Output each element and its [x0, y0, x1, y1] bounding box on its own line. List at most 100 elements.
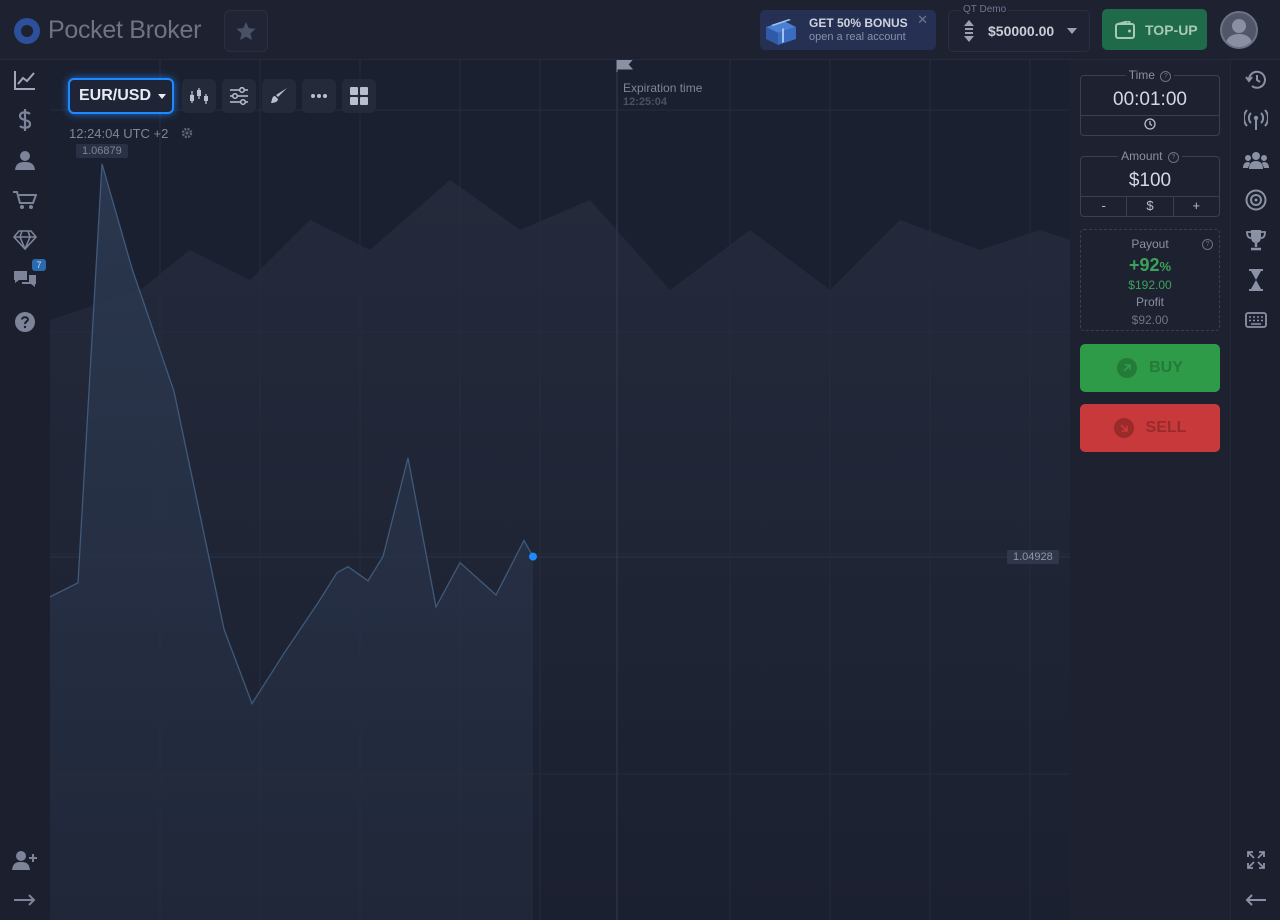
right-sidebar	[1230, 60, 1280, 920]
current-price-label: 1.04928	[1007, 550, 1059, 564]
amount-currency-button[interactable]: $	[1127, 197, 1174, 216]
expiration-time: 12:25:04	[623, 96, 668, 108]
buy-label: BUY	[1149, 359, 1183, 376]
favorites-button[interactable]	[224, 10, 268, 52]
top-up-label: TOP-UP	[1145, 21, 1198, 38]
asset-label: EUR/USD	[79, 87, 152, 104]
buy-button[interactable]: BUY	[1080, 344, 1220, 392]
top-bar: Pocket Broker GET 50% BONUS open a real …	[0, 0, 1280, 60]
chart-icon	[14, 71, 35, 90]
cart-icon	[13, 191, 37, 209]
amount-label: Amount	[1121, 149, 1163, 163]
signal-icon	[1244, 109, 1268, 130]
more-button[interactable]	[302, 79, 336, 113]
chevron-down-icon	[1067, 28, 1077, 34]
current-price-dot	[529, 552, 537, 561]
candlestick-icon	[190, 88, 208, 104]
amount-value[interactable]: $100	[1081, 170, 1219, 192]
nav-trade-history[interactable]	[1243, 67, 1269, 93]
sliders-icon	[230, 87, 248, 105]
nav-help[interactable]	[10, 307, 40, 337]
brand-name: Pocket Broker	[48, 16, 202, 44]
nav-social-trading[interactable]	[1243, 147, 1269, 173]
arrow-up-right-icon	[1117, 358, 1138, 378]
payout-amount: $192.00	[1128, 278, 1172, 292]
payout-box: Payout ? +92% $192.00 Profit $92.00	[1080, 229, 1220, 331]
nav-logout[interactable]	[10, 885, 40, 915]
account-balance: $50000.00	[988, 23, 1055, 39]
bonus-banner[interactable]: GET 50% BONUS open a real account ✕	[760, 10, 936, 50]
trade-panel: Time ? 00:01:00 Amount ? $100 - $ + Payo…	[1070, 60, 1230, 920]
amount-minus-button[interactable]: -	[1081, 197, 1128, 216]
nav-hotkeys[interactable]	[1243, 307, 1269, 333]
nav-achievements[interactable]	[10, 225, 40, 255]
amount-field[interactable]: Amount ? $100 - $ +	[1080, 149, 1220, 217]
clock-button[interactable]	[1081, 116, 1219, 135]
nav-market[interactable]	[10, 185, 40, 215]
keyboard-icon	[1245, 312, 1267, 328]
dollar-icon	[18, 109, 32, 131]
time-label: Time	[1128, 68, 1155, 82]
expiration-flag-icon	[616, 60, 634, 72]
logout-icon	[14, 894, 36, 906]
nav-chat[interactable]: 7	[10, 259, 46, 295]
close-icon[interactable]: ✕	[917, 12, 928, 28]
social-icon	[1243, 152, 1269, 169]
diamond-icon	[13, 230, 37, 250]
indicators-button[interactable]	[222, 79, 256, 113]
wallet-icon	[1115, 20, 1135, 39]
top-up-button[interactable]: TOP-UP	[1102, 9, 1207, 50]
amount-plus-button[interactable]: +	[1174, 197, 1219, 216]
arrow-down-right-icon	[1113, 418, 1134, 438]
chart-type-button[interactable]	[182, 79, 216, 113]
sell-label: SELL	[1145, 419, 1187, 436]
target-icon	[1245, 189, 1267, 211]
asset-selector-button[interactable]: EUR/USD	[68, 78, 174, 114]
chat-icon	[14, 271, 36, 287]
history-icon	[1245, 70, 1266, 89]
nav-finance[interactable]	[10, 105, 40, 135]
more-dots-icon	[311, 94, 327, 98]
star-icon	[236, 21, 256, 41]
payout-percent-unit: %	[1159, 259, 1172, 274]
layout-button[interactable]	[342, 79, 376, 113]
server-time: 12:24:04 UTC +2	[69, 126, 169, 141]
nav-express-trades[interactable]	[1243, 187, 1269, 213]
time-help-icon[interactable]: ?	[1160, 71, 1172, 82]
profit-amount: $92.00	[1131, 313, 1169, 327]
time-value[interactable]: 00:01:00	[1081, 89, 1219, 111]
nav-collapse[interactable]	[1243, 887, 1269, 913]
logo-mark-icon	[14, 17, 40, 44]
caret-down-icon	[158, 93, 167, 99]
collapse-arrow-icon	[1245, 894, 1266, 906]
gift-icon	[766, 19, 796, 45]
fullscreen-icon	[1247, 851, 1265, 869]
nav-invite[interactable]	[10, 845, 40, 875]
user-icon	[15, 151, 35, 170]
hourglass-icon	[1249, 269, 1263, 291]
nav-profile[interactable]	[10, 145, 40, 175]
logo[interactable]: Pocket Broker	[14, 16, 201, 45]
payout-help-icon[interactable]: ?	[1202, 239, 1213, 250]
account-selector[interactable]: QT Demo $50000.00	[948, 4, 1090, 52]
avatar[interactable]	[1220, 11, 1258, 49]
amount-help-icon[interactable]: ?	[1167, 152, 1179, 163]
nav-fullscreen[interactable]	[1243, 847, 1269, 873]
expiration-label: Expiration time	[623, 81, 703, 95]
nav-signals[interactable]	[1243, 107, 1269, 133]
drawings-button[interactable]	[262, 79, 296, 113]
chart-area[interactable]: EUR/USD 12:24:04 UTC +2 1.06879 1.04928 …	[50, 60, 1070, 920]
bonus-subtitle: open a real account	[809, 31, 906, 43]
payout-label: Payout	[1131, 237, 1169, 251]
gear-icon[interactable]	[181, 127, 193, 139]
nav-pending-trades[interactable]	[1243, 267, 1269, 293]
time-field[interactable]: Time ? 00:01:00	[1080, 68, 1220, 136]
nav-trading[interactable]	[10, 65, 40, 95]
user-avatar-icon	[1225, 19, 1253, 47]
chart-canvas	[50, 60, 1070, 920]
trophy-icon	[1246, 230, 1266, 251]
sell-button[interactable]: SELL	[1080, 404, 1220, 452]
bonus-title: GET 50% BONUS	[809, 16, 908, 30]
add-user-icon	[12, 851, 37, 870]
nav-tournaments[interactable]	[1243, 227, 1269, 253]
